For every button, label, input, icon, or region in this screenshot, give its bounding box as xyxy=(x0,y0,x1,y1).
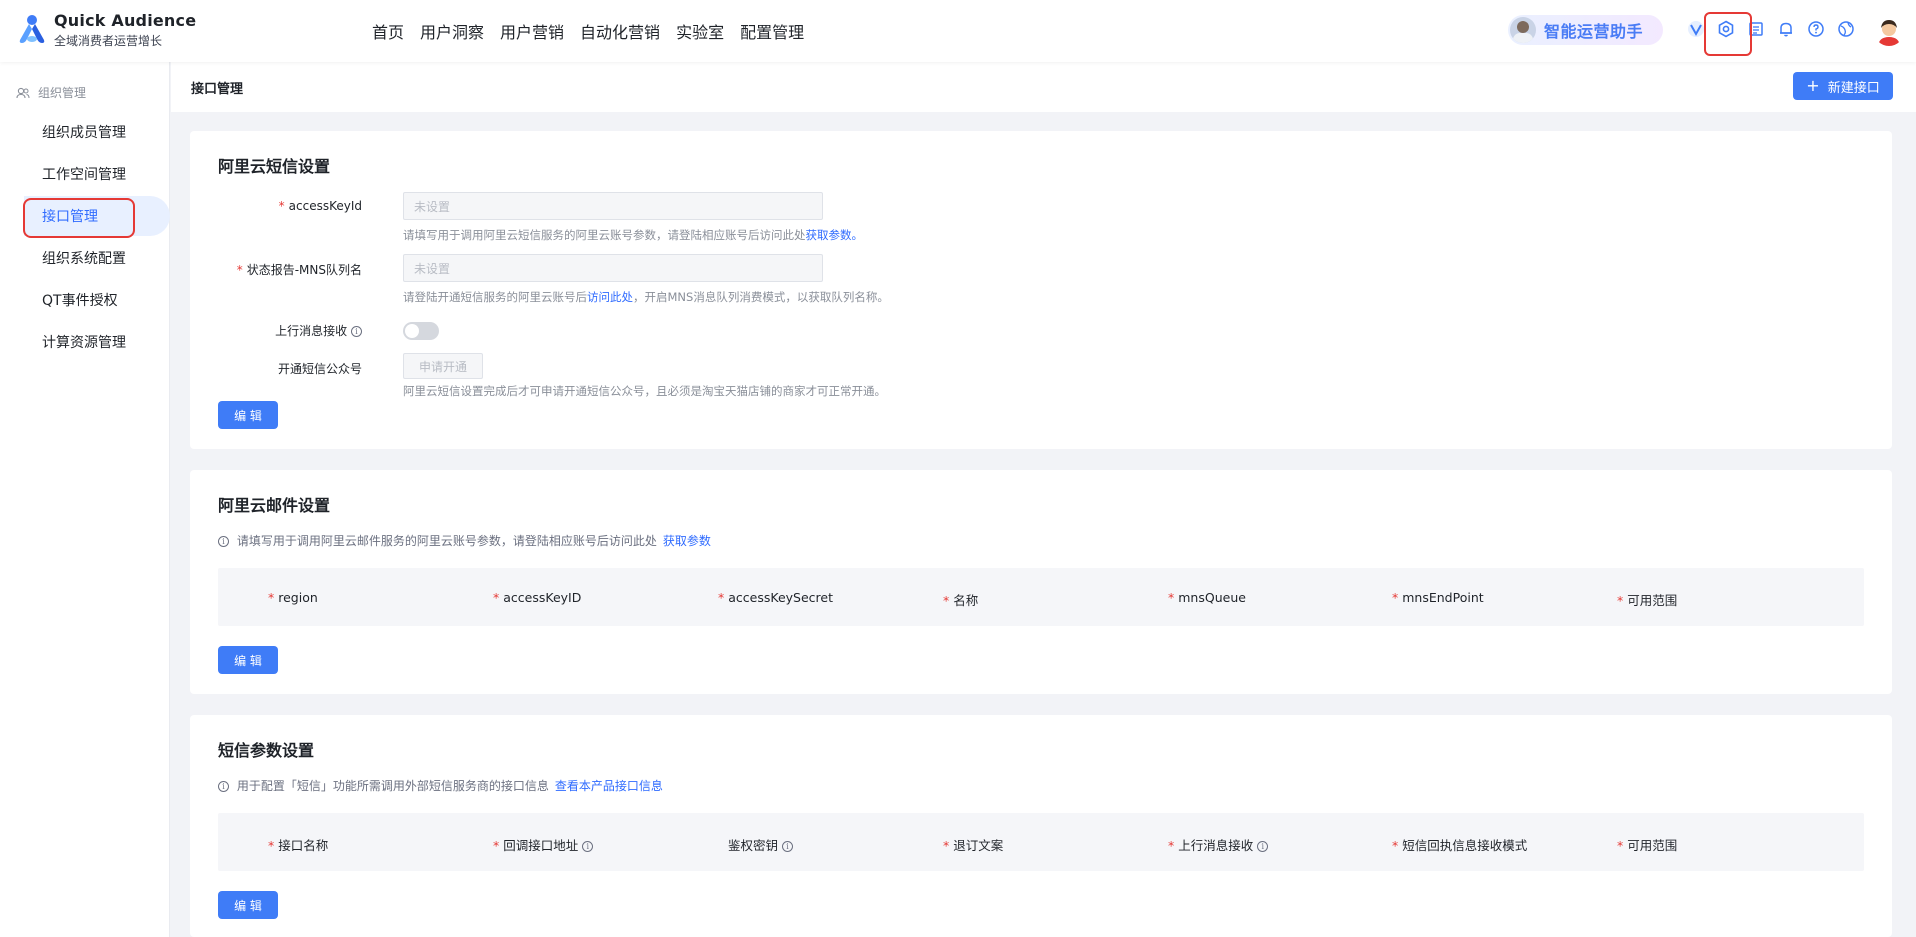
sidebar-group-organization: 组织管理 xyxy=(16,84,86,101)
sms-params-card: 短信参数设置 i 用于配置「短信」功能所需调用外部短信服务商的接口信息 查看本产品… xyxy=(190,715,1892,937)
main-nav: 首页 用户洞察 用户营销 自动化营销 实验室 配置管理 xyxy=(372,19,820,43)
nav-lab[interactable]: 实验室 xyxy=(676,19,724,43)
globe-icon[interactable] xyxy=(1836,18,1856,40)
bell-icon[interactable] xyxy=(1776,18,1796,40)
column-header: * accessKeySecret xyxy=(718,590,833,605)
apply-open-button[interactable]: 申请开通 xyxy=(403,353,483,379)
nav-user-marketing[interactable]: 用户营销 xyxy=(500,19,564,43)
column-header: 鉴权密钥 i xyxy=(728,835,793,854)
column-header: * accessKeyID xyxy=(493,590,582,605)
official-account-label: 开通短信公众号 xyxy=(277,362,362,376)
info-icon: i xyxy=(351,326,362,337)
access-key-label: * accessKeyId xyxy=(278,199,362,213)
top-navigation-bar: Quick Audience 全域消费者运营增长 首页 用户洞察 用户营销 自动… xyxy=(0,0,1916,62)
uplink-toggle[interactable] xyxy=(403,322,439,340)
quick-audience-logo-icon xyxy=(19,15,45,43)
mns-queue-label: * 状态报告-MNS队列名 xyxy=(236,263,362,277)
sms-params-title: 短信参数设置 xyxy=(218,741,315,760)
brand-name: Quick Audience xyxy=(54,11,197,30)
sidebar-item-system-config[interactable]: 组织系统配置 xyxy=(24,238,170,278)
smart-assistant-button[interactable]: 智能运营助手 xyxy=(1508,15,1663,45)
new-interface-label: 新建接口 xyxy=(1827,80,1880,96)
mail-get-params-link[interactable]: 获取参数 xyxy=(663,534,711,548)
users-icon xyxy=(16,87,30,98)
nav-automation-marketing[interactable]: 自动化营销 xyxy=(580,19,660,43)
mail-edit-button[interactable]: 编 辑 xyxy=(218,646,278,674)
mns-queue-hint: 请登陆开通短信服务的阿里云账号后访问此处，开启MNS消息队列消费模式，以获取队列… xyxy=(403,290,889,304)
column-header: * 可用范围 xyxy=(1617,838,1678,853)
info-icon: i xyxy=(218,536,229,547)
column-header: * 短信回执信息接收模式 xyxy=(1392,838,1528,853)
settings-gear-icon[interactable] xyxy=(1716,18,1736,40)
column-header: * region xyxy=(268,590,318,605)
document-list-icon[interactable] xyxy=(1746,18,1766,40)
mail-settings-card: 阿里云邮件设置 i 请填写用于调用阿里云邮件服务的阿里云账号参数，请登陆相应账号… xyxy=(190,470,1892,694)
access-key-hint: 请填写用于调用阿里云短信服务的阿里云账号参数，请登陆相应账号后访问此处获取参数。 xyxy=(403,228,864,242)
column-header: * 接口名称 xyxy=(268,838,329,853)
view-product-interface-link[interactable]: 查看本产品接口信息 xyxy=(555,779,663,793)
sidebar-item-compute-resources[interactable]: 计算资源管理 xyxy=(24,322,170,362)
v-icon[interactable] xyxy=(1686,18,1706,40)
sidebar-item-interface[interactable]: 接口管理 xyxy=(24,196,170,236)
column-header: * 可用范围 xyxy=(1617,593,1678,608)
sidebar-item-workspace[interactable]: 工作空间管理 xyxy=(24,154,170,194)
visit-here-link[interactable]: 访问此处 xyxy=(587,290,633,304)
new-interface-button[interactable]: + 新建接口 xyxy=(1793,72,1893,100)
get-params-link[interactable]: 获取参数。 xyxy=(806,228,864,242)
mail-table-header: * region * accessKeyID * accessKeySecret * 名… xyxy=(218,568,1864,626)
sms-settings-card: 阿里云短信设置 * accessKeyId 未设置 请填写用于调用阿里云短信服务的… xyxy=(190,131,1892,449)
info-icon: i xyxy=(582,841,594,852)
mail-settings-title: 阿里云邮件设置 xyxy=(218,496,331,515)
sms-params-table-header: * 接口名称 * 回调接口地址 i 鉴权密钥 i * 退订文案 * 上行消息接收 i *… xyxy=(218,813,1864,871)
column-header: * 回调接口地址 i xyxy=(493,835,594,854)
column-header: * 名称 xyxy=(943,593,979,608)
assistant-label: 智能运营助手 xyxy=(1544,22,1644,41)
page-title: 接口管理 xyxy=(191,82,244,97)
nav-config-management[interactable]: 配置管理 xyxy=(740,19,804,43)
brand-subtitle: 全域消费者运营增长 xyxy=(54,34,163,48)
official-account-hint: 阿里云短信设置完成后才可申请开通短信公众号，且必须是淘宝天猫店铺的商家才可正常开… xyxy=(403,384,886,398)
sms-params-edit-button[interactable]: 编 辑 xyxy=(218,891,278,919)
access-key-input[interactable]: 未设置 xyxy=(403,192,823,220)
column-header: * 上行消息接收 i xyxy=(1168,835,1269,854)
mns-queue-input[interactable]: 未设置 xyxy=(403,254,823,282)
sidebar-item-members[interactable]: 组织成员管理 xyxy=(24,112,170,152)
brand[interactable]: Quick Audience 全域消费者运营增长 xyxy=(54,11,196,49)
content-header: 接口管理 + 新建接口 xyxy=(171,62,1916,112)
column-header: * 退订文案 xyxy=(943,838,1004,853)
help-circle-icon[interactable] xyxy=(1806,18,1826,40)
sms-settings-title: 阿里云短信设置 xyxy=(218,157,331,176)
nav-home[interactable]: 首页 xyxy=(372,19,404,43)
sms-edit-button[interactable]: 编 辑 xyxy=(218,401,278,429)
user-avatar[interactable] xyxy=(1874,16,1904,46)
plus-icon: + xyxy=(1806,76,1820,95)
assistant-avatar xyxy=(1510,17,1536,43)
uplink-label: 上行消息接收 i xyxy=(162,322,362,339)
column-header: * mnsEndPoint xyxy=(1392,590,1484,605)
header-icons xyxy=(1686,18,1866,40)
sidebar: 组织管理 组织成员管理 工作空间管理 接口管理 组织系统配置 QT事件授权 计算… xyxy=(0,62,170,937)
mail-settings-desc: i 请填写用于调用阿里云邮件服务的阿里云账号参数，请登陆相应账号后访问此处 获取参… xyxy=(218,532,711,549)
info-icon: i xyxy=(782,841,793,852)
sms-params-desc: i 用于配置「短信」功能所需调用外部短信服务商的接口信息 查看本产品接口信息 xyxy=(218,777,663,794)
info-icon: i xyxy=(1257,841,1269,852)
column-header: * mnsQueue xyxy=(1168,590,1246,605)
nav-user-insight[interactable]: 用户洞察 xyxy=(420,19,484,43)
info-icon: i xyxy=(218,781,229,792)
sidebar-item-qt-event-auth[interactable]: QT事件授权 xyxy=(24,280,170,320)
sidebar-group-label: 组织管理 xyxy=(38,86,87,100)
